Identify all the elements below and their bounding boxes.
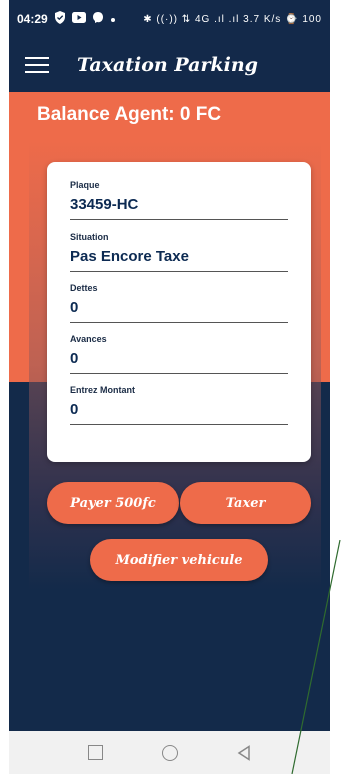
modify-vehicle-button[interactable]: Modifier vehicule — [90, 539, 268, 581]
vehicle-form-card: Plaque 33459-HC Situation Pas Encore Tax… — [47, 162, 311, 462]
field-underline — [70, 373, 288, 374]
field-label: Plaque — [70, 180, 100, 190]
dettes-input[interactable]: 0 — [70, 299, 288, 319]
youtube-icon — [71, 12, 86, 26]
shield-check-icon — [54, 11, 66, 27]
field-montant: Entrez Montant 0 — [70, 385, 288, 425]
pay-500fc-button[interactable]: Payer 500fc — [47, 482, 179, 524]
status-left: 04:29 — [17, 11, 116, 27]
field-plaque: Plaque 33459-HC — [70, 180, 288, 220]
field-situation: Situation Pas Encore Taxe — [70, 232, 288, 272]
balance-agent-text: Balance Agent: 0 FC — [37, 104, 222, 125]
field-label: Dettes — [70, 283, 98, 293]
status-bar: 04:29 ✱ ((·)) ⇅ 4G .ıl .ıl 3.7 K/s ⌚ 100 — [9, 0, 330, 38]
taxer-button[interactable]: Taxer — [180, 482, 311, 524]
app-bar: Taxation Parking — [9, 38, 330, 92]
avances-input[interactable]: 0 — [70, 350, 288, 370]
hamburger-menu-icon[interactable] — [25, 57, 49, 73]
field-label: Avances — [70, 334, 107, 344]
plaque-input[interactable]: 33459-HC — [70, 196, 288, 216]
messenger-icon — [92, 11, 104, 27]
recent-apps-icon[interactable] — [88, 745, 104, 760]
field-underline — [70, 271, 288, 272]
field-underline — [70, 219, 288, 220]
home-icon[interactable] — [161, 744, 178, 761]
field-dettes: Dettes 0 — [70, 283, 288, 323]
status-icons-right: ✱ ((·)) ⇅ 4G .ıl .ıl 3.7 K/s ⌚ 100 — [143, 13, 322, 25]
field-underline — [70, 424, 288, 425]
status-time: 04:29 — [17, 12, 48, 26]
field-avances: Avances 0 — [70, 334, 288, 374]
dot-icon — [110, 12, 116, 26]
diagonal-line-decoration — [291, 540, 341, 774]
app-title: Taxation Parking — [77, 54, 258, 76]
field-underline — [70, 322, 288, 323]
field-label: Situation — [70, 232, 109, 242]
montant-input[interactable]: 0 — [70, 401, 288, 421]
situation-input[interactable]: Pas Encore Taxe — [70, 248, 288, 268]
back-icon[interactable] — [237, 744, 251, 761]
field-label: Entrez Montant — [70, 385, 135, 395]
